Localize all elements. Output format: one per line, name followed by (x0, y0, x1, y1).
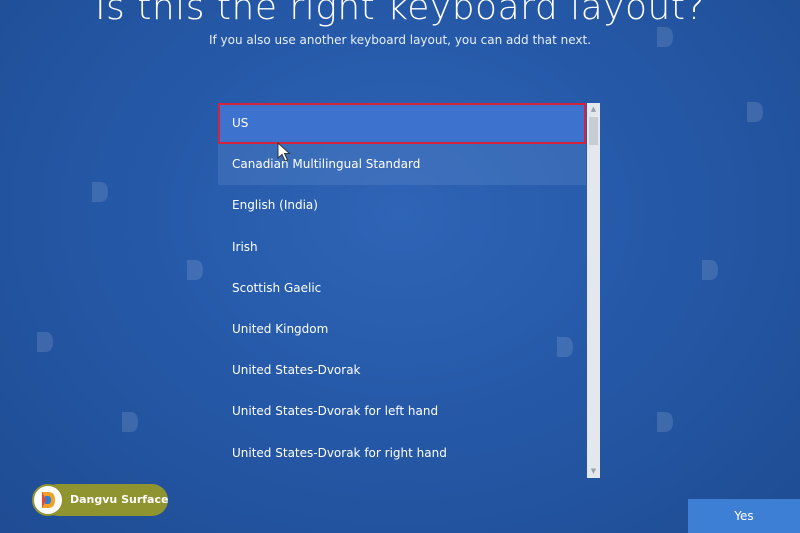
layout-item-label: United States-Dvorak for right hand (232, 445, 447, 460)
scroll-down-arrow-icon[interactable]: ▼ (587, 465, 600, 478)
list-scrollbar[interactable]: ▲ ▼ (587, 103, 600, 478)
mouse-pointer-icon (277, 142, 291, 162)
layout-item-label: Scottish Gaelic (232, 280, 322, 295)
dangvu-logo-icon (32, 484, 64, 516)
layout-item-label: United Kingdom (232, 321, 329, 336)
watermark-logo-icon (702, 260, 718, 280)
watermark-logo-icon (122, 412, 138, 432)
layout-item-us-dvorak-left[interactable]: United States-Dvorak for left hand (218, 391, 586, 432)
yes-button[interactable]: Yes (688, 499, 800, 533)
watermark-logo-icon (187, 260, 203, 280)
layout-item-us-dvorak[interactable]: United States-Dvorak (218, 350, 586, 391)
layout-item-label: English (India) (232, 198, 318, 213)
page-subtitle: If you also use another keyboard layout,… (208, 33, 592, 47)
layout-item-label: Canadian Multilingual Standard (232, 157, 421, 172)
watermark-logo-icon (37, 332, 53, 352)
layout-item-label: United States-Dvorak (232, 363, 361, 378)
watermark-logo-icon (747, 102, 763, 122)
layout-item-canadian-multilingual[interactable]: Canadian Multilingual Standard (218, 144, 586, 186)
layout-item-irish[interactable]: Irish (218, 227, 586, 268)
keyboard-layout-list[interactable]: US Canadian Multilingual Standard Englis… (218, 103, 586, 478)
logo-text: Dangvu Surface (70, 493, 169, 506)
dangvu-surface-watermark: Dangvu Surface (32, 484, 168, 516)
watermark-logo-icon (92, 182, 108, 202)
page-title: Is this the right keyboard layout? (94, 0, 706, 28)
layout-item-label: US (232, 116, 249, 130)
layout-item-scottish-gaelic[interactable]: Scottish Gaelic (218, 268, 586, 309)
layout-item-english-india[interactable]: English (India) (218, 185, 586, 226)
layout-item-us[interactable]: US (218, 103, 586, 145)
keyboard-layout-list-container: US Canadian Multilingual Standard Englis… (218, 103, 601, 478)
layout-item-united-kingdom[interactable]: United Kingdom (218, 309, 586, 350)
layout-item-label: Irish (232, 239, 258, 254)
layout-item-us-dvorak-right[interactable]: United States-Dvorak for right hand (218, 433, 586, 474)
layout-item-label: United States-Dvorak for left hand (232, 404, 439, 419)
scroll-up-arrow-icon[interactable]: ▲ (587, 103, 600, 116)
watermark-logo-icon (657, 412, 673, 432)
scrollbar-thumb[interactable] (589, 117, 598, 145)
